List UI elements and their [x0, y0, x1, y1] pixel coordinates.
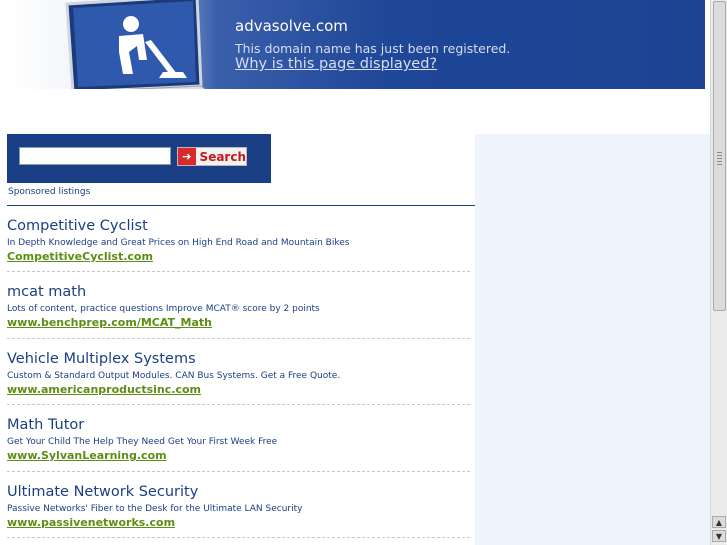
grip-icon — [717, 152, 722, 166]
domain-title: advasolve.com — [235, 17, 348, 35]
listings: Competitive Cyclist In Depth Knowledge a… — [7, 206, 470, 538]
listing-title[interactable]: mcat math — [7, 284, 86, 300]
listing-description: Custom & Standard Output Modules. CAN Bu… — [7, 370, 341, 381]
listing-description: Get Your Child The Help They Need Get Yo… — [7, 437, 278, 448]
listing-title[interactable]: Math Tutor — [7, 417, 84, 433]
listing-url[interactable]: www.passivenetworks.com — [7, 516, 175, 529]
header-banner: advasolve.com This domain name has just … — [7, 0, 705, 89]
search-button-label: Search — [199, 149, 246, 164]
listing-item: Math Tutor Get Your Child The Help They … — [7, 405, 470, 472]
listing-url[interactable]: www.benchprep.com/MCAT_Math — [7, 316, 212, 329]
scrollbar-thumb[interactable] — [713, 1, 726, 311]
listing-description: Passive Networks' Fiber to the Desk for … — [7, 503, 303, 514]
sponsored-listings-label: Sponsored listings — [8, 187, 91, 197]
registered-notice: This domain name has just been registere… — [235, 41, 511, 56]
listing-title[interactable]: Ultimate Network Security — [7, 484, 198, 500]
listing-item: Vehicle Multiplex Systems Custom & Stand… — [7, 339, 470, 406]
listing-title[interactable]: Vehicle Multiplex Systems — [7, 351, 196, 367]
listing-description: Lots of content, practice questions Impr… — [7, 304, 320, 315]
listing-title[interactable]: Competitive Cyclist — [7, 218, 148, 234]
scroll-down-button[interactable]: ▼ — [712, 530, 726, 542]
listing-url[interactable]: www.SylvanLearning.com — [7, 449, 167, 462]
listing-url[interactable]: www.americanproductsinc.com — [7, 383, 201, 396]
search-panel: ➔ Search — [7, 134, 271, 183]
listing-separator — [7, 536, 470, 538]
arrow-right-icon: ➔ — [178, 148, 196, 165]
search-input[interactable] — [19, 147, 171, 165]
why-displayed-link[interactable]: Why is this page displayed? — [235, 56, 437, 72]
listing-item: Competitive Cyclist In Depth Knowledge a… — [7, 206, 470, 273]
search-button[interactable]: ➔ Search — [177, 147, 247, 166]
vertical-scrollbar[interactable]: ▲ ▼ — [710, 0, 727, 545]
right-panel — [475, 134, 710, 545]
listing-description: In Depth Knowledge and Great Prices on H… — [7, 238, 350, 248]
listing-item: Ultimate Network Security Passive Networ… — [7, 472, 470, 538]
scroll-up-button[interactable]: ▲ — [712, 516, 726, 528]
listing-url[interactable]: CompetitiveCyclist.com — [7, 250, 153, 263]
listing-item: mcat math Lots of content, practice ques… — [7, 272, 470, 339]
laptop-construction-icon — [65, 0, 206, 89]
